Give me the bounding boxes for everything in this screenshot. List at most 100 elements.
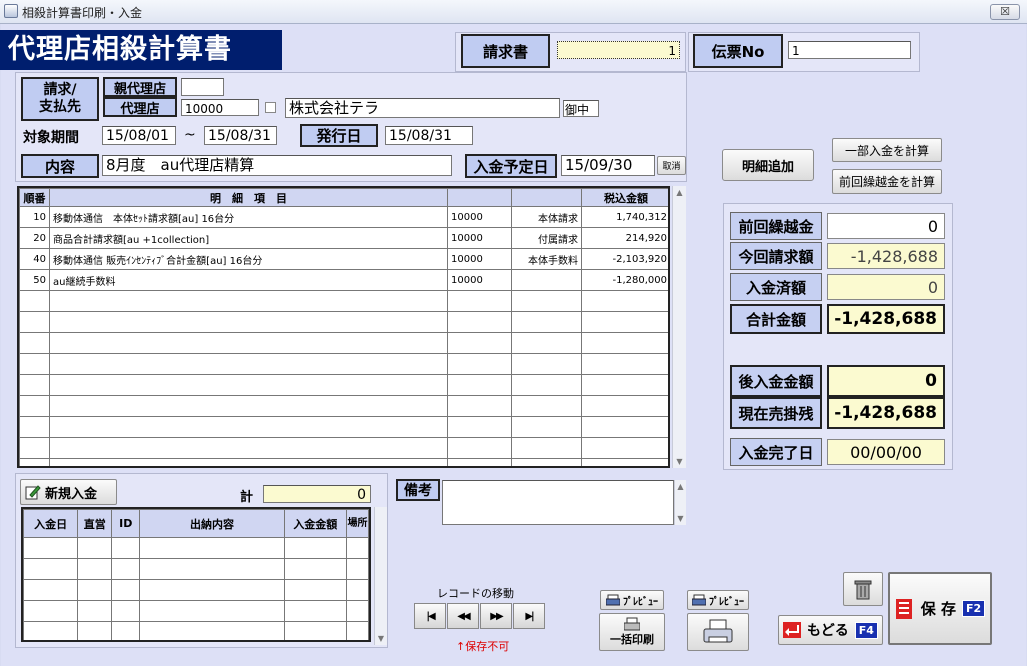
record-nav-label: レコードの移動: [437, 587, 514, 600]
due-date-label: 入金予定日: [465, 154, 557, 178]
empty-row[interactable]: [23, 558, 369, 580]
col-place: 場所: [345, 509, 369, 538]
period-from-field[interactable]: 15/08/01: [102, 126, 176, 145]
honorific-field[interactable]: 御中: [563, 100, 599, 117]
title-bar: 相殺計算書印刷・入金 ☒: [0, 0, 1027, 24]
batch-print-button[interactable]: 一括印刷: [599, 613, 665, 651]
empty-row[interactable]: [19, 311, 668, 333]
preview-button-1[interactable]: ﾌﾟﾚﾋﾞｭｰ: [600, 590, 664, 610]
scroll-up-icon[interactable]: ▲: [675, 482, 686, 491]
table-row[interactable]: 40 移動体通信 販売ｲﾝｾﾝﾃｨﾌﾞ合計金額[au] 16台分 10000 本…: [19, 248, 668, 270]
back-key-badge: F4: [854, 621, 878, 639]
row-item: au継続手数料: [49, 269, 448, 291]
add-detail-button[interactable]: 明細追加: [722, 149, 814, 181]
detail-header-row: 順番 明 細 項 目 税込金額: [19, 188, 668, 207]
current-bill-label: 今回請求額: [730, 242, 822, 270]
issue-date-field[interactable]: 15/08/31: [385, 126, 473, 145]
remarks-field[interactable]: [442, 480, 674, 525]
company-name-field[interactable]: 株式会社テラ: [285, 98, 560, 118]
empty-row[interactable]: [19, 332, 668, 354]
table-row[interactable]: 10 移動体通信 本体ｾｯﾄ請求額[au] 16台分 10000 本体請求 1,…: [19, 206, 668, 228]
cancel-button[interactable]: 取消: [657, 156, 686, 175]
table-row[interactable]: 50 au継続手数料 10000 -1,280,000: [19, 269, 668, 291]
row-code: 10000: [447, 206, 512, 228]
record-nav: |◀ ◀◀ ▶▶ ▶|: [414, 603, 545, 629]
period-label: 対象期間: [23, 130, 79, 146]
empty-row[interactable]: [23, 537, 369, 559]
detail-table: 順番 明 細 項 目 税込金額 10 移動体通信 本体ｾｯﾄ請求額[au] 16…: [17, 186, 670, 468]
agent-code-field[interactable]: 10000: [181, 99, 259, 116]
prev-carry-label: 前回繰越金: [730, 212, 822, 240]
detail-scrollbar[interactable]: ▲ ▼: [672, 186, 686, 468]
partial-payment-button[interactable]: 一部入金を計算: [832, 138, 942, 162]
table-row[interactable]: 20 商品合計請求額[au +1collection] 10000 付属請求 2…: [19, 227, 668, 249]
printer-icon: [606, 594, 620, 606]
preview-label-1: ﾌﾟﾚﾋﾞｭｰ: [623, 596, 658, 608]
new-payment-label: 新規入金: [45, 486, 98, 502]
prev-carry-field[interactable]: 0: [827, 213, 945, 239]
complete-date-value: 00/00/00: [827, 439, 945, 465]
empty-row[interactable]: [19, 458, 668, 466]
row-seq: 20: [19, 227, 50, 249]
app-icon: [4, 4, 18, 18]
prev-record-button[interactable]: ◀◀: [447, 603, 479, 629]
row-code: 10000: [447, 227, 512, 249]
slip-no-label: 伝票No: [693, 34, 783, 68]
scroll-down-icon[interactable]: ▼: [673, 457, 686, 466]
empty-row[interactable]: [19, 416, 668, 438]
row-item: 移動体通信 本体ｾｯﾄ請求額[au] 16台分: [49, 206, 448, 228]
col-code: [447, 188, 512, 207]
post-payment-value: 0: [827, 365, 945, 397]
period-to-field[interactable]: 15/08/31: [204, 126, 277, 145]
empty-row[interactable]: [23, 579, 369, 601]
carry-over-button[interactable]: 前回繰越金を計算: [832, 169, 942, 194]
col-item: 明 細 項 目: [49, 188, 448, 207]
empty-row[interactable]: [19, 353, 668, 375]
remarks-label: 備考: [396, 479, 440, 501]
back-button[interactable]: もどる F4: [778, 615, 883, 645]
next-record-button[interactable]: ▶▶: [480, 603, 512, 629]
content-label: 内容: [21, 154, 99, 178]
due-date-field[interactable]: 15/09/30: [561, 155, 655, 176]
save-key-badge: F2: [962, 600, 986, 617]
period-separator: ~: [184, 127, 196, 143]
parent-agent-field[interactable]: [181, 78, 224, 96]
scroll-up-icon[interactable]: ▲: [673, 188, 686, 197]
scroll-down-icon[interactable]: ▼: [375, 634, 387, 643]
empty-row[interactable]: [23, 600, 369, 622]
post-payment-label: 後入金金額: [730, 365, 822, 397]
current-bill-value: -1,428,688: [827, 243, 945, 269]
empty-row[interactable]: [19, 437, 668, 459]
close-button[interactable]: ☒: [990, 4, 1020, 20]
scroll-down-icon[interactable]: ▼: [675, 514, 686, 523]
preview-button-2[interactable]: ﾌﾟﾚﾋﾞｭｰ: [687, 590, 749, 610]
save-button[interactable]: 保 存 F2: [888, 572, 992, 645]
remarks-scrollbar[interactable]: ▲ ▼: [674, 480, 686, 525]
printer-icon: [703, 619, 733, 643]
row-item: 移動体通信 販売ｲﾝｾﾝﾃｨﾌﾞ合計金額[au] 16台分: [49, 248, 448, 270]
empty-row[interactable]: [19, 395, 668, 417]
save-book-icon: [895, 598, 912, 619]
total-value: -1,428,688: [827, 304, 945, 334]
payments-header-row: 入金日 直営 ID 出納内容 入金金額 場所: [23, 509, 369, 538]
print-button[interactable]: [687, 613, 749, 651]
new-payment-button[interactable]: 新規入金: [20, 479, 117, 505]
slip-no-field[interactable]: 1: [788, 41, 911, 59]
content-field[interactable]: 8月度 au代理店精算: [102, 155, 452, 176]
empty-row[interactable]: [19, 290, 668, 312]
trash-icon: [854, 580, 872, 600]
empty-row[interactable]: [23, 621, 369, 640]
agent-checkbox[interactable]: [265, 102, 276, 113]
paid-value: 0: [827, 274, 945, 300]
last-record-button[interactable]: ▶|: [513, 603, 545, 629]
first-record-button[interactable]: |◀: [414, 603, 446, 629]
payments-scrollbar[interactable]: ▼: [374, 507, 387, 645]
empty-row[interactable]: [19, 374, 668, 396]
total-label: 合計金額: [730, 304, 822, 334]
summary-panel: 前回繰越金 0 今回請求額 -1,428,688 入金済額 0 合計金額 -1,…: [723, 203, 953, 470]
row-seq: 40: [19, 248, 50, 270]
delete-button[interactable]: [843, 572, 883, 606]
receivable-label: 現在売掛残: [730, 397, 822, 429]
col-type: [511, 188, 582, 207]
invoice-field[interactable]: 1: [557, 41, 680, 59]
